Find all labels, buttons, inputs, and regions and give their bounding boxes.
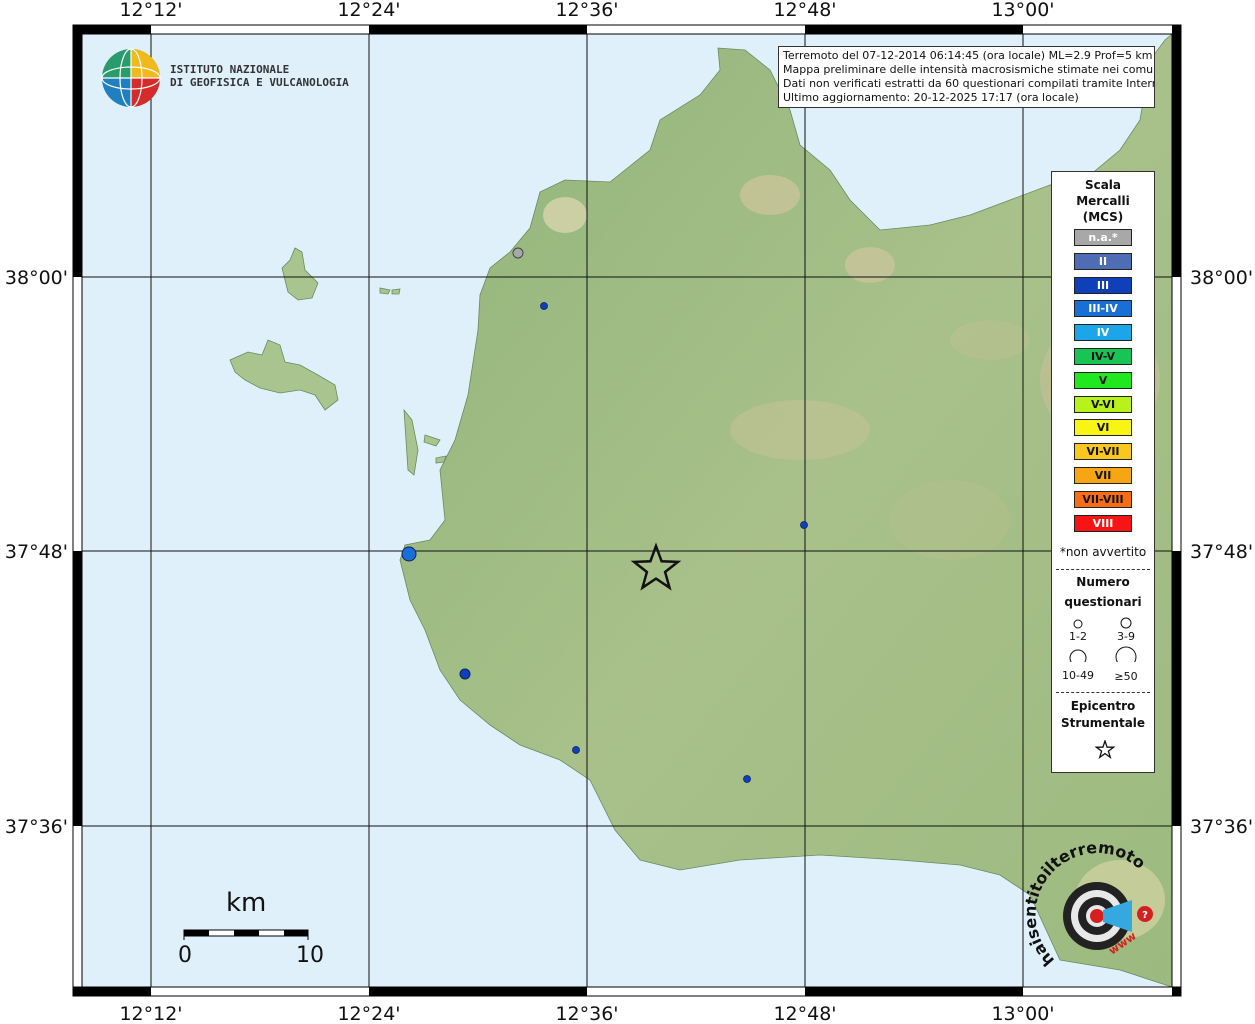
x-tick-top: 12°24' [337, 0, 400, 21]
legend-epi-title-1: Epicentro [1070, 699, 1136, 713]
legend-intensity-swatch: VII-VIII [1074, 490, 1132, 508]
legend-num-title-2: questionari [1064, 595, 1142, 609]
legend-title-1: Scala [1084, 178, 1122, 192]
legend-intensity-swatch: VII [1074, 467, 1132, 484]
info-line-1: Terremoto del 07-12-2014 06:14:45 (ora l… [783, 49, 1153, 62]
x-tick-bottom: 12°36' [555, 1003, 618, 1024]
y-tick-left: 37°36' [5, 816, 68, 838]
info-line-4: Ultimo aggiornamento: 20-12-2025 17:17 (… [783, 91, 1079, 104]
legend-intensity-swatch: VIII [1074, 514, 1132, 532]
legend-intensity-swatch: V-VI [1074, 395, 1132, 413]
x-tick-top: 12°12' [119, 0, 182, 21]
legend-intensity-swatch: V [1074, 371, 1132, 389]
legend-note: *non avvertito [1059, 545, 1147, 559]
legend-title-2: Mercalli [1076, 194, 1130, 208]
legend-intensity-swatch: IV-V [1074, 348, 1132, 365]
y-tick-left: 38°00' [5, 267, 68, 289]
x-tick-bottom: 13°00' [991, 1003, 1054, 1024]
intensity-point[interactable] [572, 746, 580, 754]
svg-text:?: ? [1142, 910, 1148, 921]
legend-intensity-swatch: II [1074, 252, 1132, 270]
info-line-3: Dati non verificati estratti da 60 quest… [783, 77, 1155, 90]
y-tick-right: 37°36' [1190, 816, 1253, 838]
ingv-name: ISTITUTO NAZIONALE DI GEOFISICA E VULCAN… [170, 63, 349, 89]
legend: Scala Mercalli (MCS) n.a.* II III III-IV IV I… [1051, 171, 1155, 773]
legend-separator [1056, 692, 1150, 693]
legend-intensity-swatch: III [1074, 276, 1132, 294]
legend-intensity-swatch: VI-VII [1074, 443, 1132, 461]
ingv-name-line1: ISTITUTO NAZIONALE [170, 63, 290, 76]
legend-num-title-1: Numero [1076, 575, 1130, 589]
legend-intensity-swatch: VI [1074, 419, 1132, 437]
legend-size-1: 1-2 [1069, 630, 1087, 643]
ingv-logo-icon [101, 48, 161, 108]
x-tick-bottom: 12°24' [337, 1003, 400, 1024]
intensity-point[interactable] [512, 247, 524, 259]
x-tick-top: 12°36' [555, 0, 618, 21]
y-tick-left: 37°48' [5, 541, 68, 563]
legend-star-icon [1095, 740, 1115, 760]
legend-size-3: 10-49 [1062, 669, 1094, 682]
intensity-point[interactable] [743, 775, 751, 783]
legend-intensity-swatch: III-IV [1074, 300, 1132, 318]
x-tick-top: 12°48' [773, 0, 836, 21]
legend-intensity-swatch: IV [1074, 324, 1132, 342]
legend-size-2: 3-9 [1117, 630, 1135, 643]
ingv-name-line2: DI GEOFISICA E VULCANOLOGIA [170, 76, 349, 89]
intensity-point[interactable] [459, 668, 471, 680]
legend-size-4: ≥50 [1114, 670, 1138, 683]
legend-epi-title-2: Strumentale [1060, 716, 1146, 730]
scale-unit: km [226, 888, 267, 918]
legend-title-3: (MCS) [1082, 210, 1124, 224]
intensity-point[interactable] [800, 521, 808, 529]
legend-separator [1056, 569, 1150, 570]
intensity-point[interactable] [540, 302, 548, 310]
x-tick-top: 13°00' [991, 0, 1054, 21]
legend-intensity-swatch: n.a.* [1074, 229, 1132, 246]
x-tick-bottom: 12°12' [119, 1003, 182, 1024]
scale-max: 10 [296, 943, 324, 968]
x-tick-bottom: 12°48' [773, 1003, 836, 1024]
info-box: Terremoto del 07-12-2014 06:14:45 (ora l… [778, 46, 1155, 108]
scale-min: 0 [178, 943, 192, 968]
info-line-2: Mappa preliminare delle intensità macros… [783, 63, 1155, 76]
y-tick-right: 37°48' [1190, 541, 1253, 563]
intensity-point[interactable] [401, 546, 417, 562]
y-tick-right: 38°00' [1190, 267, 1253, 289]
